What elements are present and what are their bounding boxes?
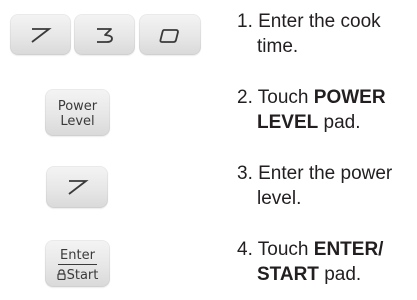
step-3-line2: level.: [257, 188, 302, 209]
enter-label: Enter: [60, 248, 95, 263]
start-label-row: Start: [45, 268, 110, 282]
digit-7-glyph: [31, 28, 52, 43]
step-3: 3. Enter the power level.: [237, 161, 417, 211]
step-2-line2: LEVEL pad.: [257, 112, 361, 133]
digit-0-glyph: [159, 29, 179, 43]
power-level-key-line2: Level: [60, 114, 95, 129]
step-4-bold-start: START: [257, 264, 319, 285]
step-4-line2: START pad.: [257, 264, 361, 285]
step-1: 1. Enter the cook time.: [237, 9, 417, 59]
key-7[interactable]: [10, 14, 71, 55]
lock-icon: [57, 269, 66, 281]
power-level-key[interactable]: Power Level: [45, 89, 110, 136]
enter-start-divider: [58, 264, 97, 265]
step-2-bold-level: LEVEL: [257, 112, 319, 133]
digit-7-glyph: [68, 180, 89, 195]
step-2-prefix: 2. Touch: [237, 87, 314, 108]
step-4-line1: 4. Touch ENTER/: [237, 239, 383, 260]
start-label: Start: [66, 268, 99, 283]
digit-3-glyph: [97, 28, 113, 43]
power-level-key-line1: Power: [57, 99, 98, 114]
step-4-bold-enter: ENTER/: [313, 239, 384, 260]
step-3-line1: 3. Enter the power: [237, 163, 393, 184]
step-2-line1: 2. Touch POWER: [237, 87, 386, 108]
step-2-suffix: pad.: [318, 112, 361, 133]
step-1-line2: time.: [257, 36, 299, 57]
step-4-suffix: pad.: [318, 264, 362, 285]
step-4-prefix: 4. Touch: [237, 239, 314, 260]
key-7-level[interactable]: [46, 166, 108, 208]
key-0[interactable]: [139, 14, 201, 55]
step-2: 2. Touch POWER LEVEL pad.: [237, 85, 417, 135]
key-3[interactable]: [74, 14, 135, 55]
step-4: 4. Touch ENTER/ START pad.: [237, 237, 417, 287]
step-2-bold-power: POWER: [313, 87, 386, 108]
step-1-line1: 1. Enter the cook: [237, 11, 381, 32]
enter-start-key[interactable]: Enter Start: [45, 240, 110, 287]
